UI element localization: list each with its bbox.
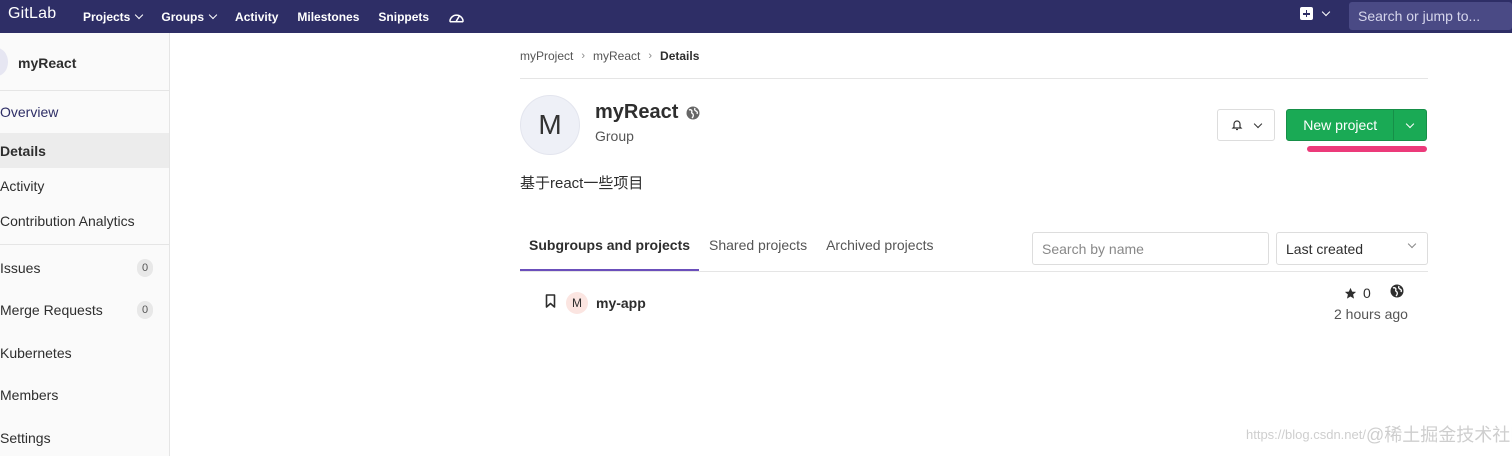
merge-requests-count-badge: 0 xyxy=(137,300,153,319)
nav-activity[interactable]: Activity xyxy=(235,10,278,24)
group-avatar: M xyxy=(520,95,580,155)
project-tabs: Subgroups and projects Shared projects A… xyxy=(520,231,943,271)
breadcrumb-details[interactable]: Details xyxy=(660,49,699,63)
notification-settings-button[interactable] xyxy=(1217,109,1275,141)
divider xyxy=(520,78,1428,79)
divider xyxy=(0,90,169,91)
tab-subgroups-and-projects[interactable]: Subgroups and projects xyxy=(520,231,700,271)
chevron-down-icon xyxy=(1253,119,1263,128)
nav-groups-label: Groups xyxy=(161,9,205,24)
tab-shared-projects[interactable]: Shared projects xyxy=(700,231,816,271)
new-project-dropdown-toggle[interactable] xyxy=(1394,110,1426,140)
chevron-down-icon xyxy=(135,10,144,20)
sidebar-item-label: Issues xyxy=(0,259,41,276)
project-stars[interactable]: 0 xyxy=(1344,285,1371,301)
sidebar-item-activity[interactable]: Activity xyxy=(0,168,169,203)
group-description: 基于react一些项目 xyxy=(520,175,644,192)
plus-square-icon xyxy=(1300,7,1313,20)
top-navbar: GitLab Projects Groups Activity Mileston… xyxy=(0,0,1512,33)
sidebar-item-members[interactable]: Members xyxy=(0,377,169,412)
sidebar-group-title: myReact xyxy=(18,55,77,71)
chevron-right-icon: › xyxy=(581,50,586,62)
star-count: 0 xyxy=(1363,285,1371,301)
sidebar-item-kubernetes[interactable]: Kubernetes xyxy=(0,335,169,370)
sidebar-item-overview[interactable]: Overview xyxy=(0,94,169,129)
search-by-name-input[interactable]: Search by name xyxy=(1032,232,1269,265)
new-project-split-button: New project xyxy=(1286,109,1427,141)
chevron-down-icon xyxy=(208,10,218,20)
nav-projects-label: Projects xyxy=(83,9,131,24)
sort-selected-value: Last created xyxy=(1286,241,1364,257)
sidebar-item-settings[interactable]: Settings xyxy=(0,420,169,455)
bookmark-icon xyxy=(545,294,556,308)
sidebar-item-label: Merge Requests xyxy=(0,301,103,318)
sidebar-item-merge-requests[interactable]: Merge Requests 0 xyxy=(0,292,169,327)
sidebar-item-details[interactable]: Details xyxy=(0,133,169,168)
sidebar-item-issues[interactable]: Issues 0 xyxy=(0,250,169,285)
watermark-text: @稀土掘金技术社区 xyxy=(1365,425,1512,445)
breadcrumb: myProject › myReact › Details xyxy=(520,49,699,63)
group-avatar-small xyxy=(0,48,8,76)
chevron-down-icon xyxy=(1321,7,1331,17)
project-avatar[interactable]: M xyxy=(566,292,588,314)
global-search-input[interactable]: Search or jump to... xyxy=(1349,2,1512,30)
sidebar-item-contribution-analytics[interactable]: Contribution Analytics xyxy=(0,203,169,238)
divider xyxy=(0,244,169,245)
dashboard-gauge-icon[interactable] xyxy=(448,10,465,24)
sort-dropdown[interactable]: Last created xyxy=(1276,232,1428,265)
new-project-button[interactable]: New project xyxy=(1287,110,1395,140)
issues-count-badge: 0 xyxy=(137,258,153,277)
public-globe-icon xyxy=(686,106,700,119)
nav-links: Projects Groups Activity Milestones Snip… xyxy=(83,0,465,33)
new-item-dropdown[interactable] xyxy=(1300,7,1331,20)
project-updated-time: 2 hours ago xyxy=(1334,306,1408,322)
project-name-link[interactable]: my-app xyxy=(596,295,646,311)
sidebar-header[interactable]: myReact xyxy=(0,33,169,90)
divider xyxy=(520,271,1428,272)
watermark: https://blog.csdn.net/@稀土掘金技术社区 xyxy=(1246,421,1512,447)
nav-snippets[interactable]: Snippets xyxy=(378,10,429,24)
group-name: myReact xyxy=(595,101,679,123)
page-title: myReact xyxy=(595,101,700,124)
nav-groups[interactable]: Groups xyxy=(161,9,218,24)
star-icon xyxy=(1344,287,1357,299)
group-sidebar: myReact Overview Details Activity Contri… xyxy=(0,33,170,456)
highlight-annotation xyxy=(1307,146,1427,152)
nav-milestones[interactable]: Milestones xyxy=(297,10,359,24)
bell-icon xyxy=(1231,120,1243,131)
chevron-down-icon xyxy=(1405,119,1415,128)
public-globe-icon xyxy=(1390,284,1404,298)
watermark-url: https://blog.csdn.net/ xyxy=(1246,427,1366,442)
gitlab-logo[interactable]: GitLab xyxy=(8,5,56,23)
nav-projects[interactable]: Projects xyxy=(83,9,144,24)
tab-archived-projects[interactable]: Archived projects xyxy=(817,231,942,271)
breadcrumb-myproject[interactable]: myProject xyxy=(520,49,573,63)
breadcrumb-myreact[interactable]: myReact xyxy=(593,49,640,63)
group-type-label: Group xyxy=(595,128,634,144)
chevron-right-icon: › xyxy=(648,50,653,62)
chevron-down-icon xyxy=(1407,239,1417,249)
